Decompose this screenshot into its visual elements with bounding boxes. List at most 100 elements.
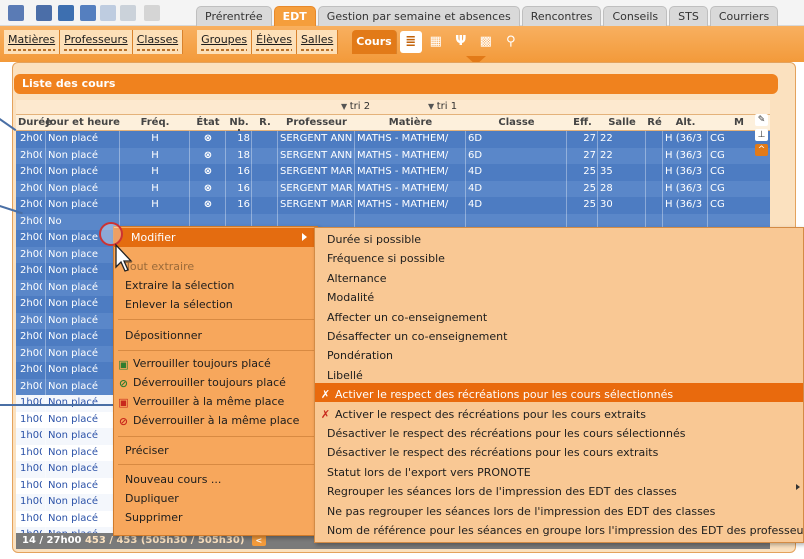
- table-cell: 18: [237, 149, 250, 161]
- menu-modifier[interactable]: Modifier: [131, 231, 175, 244]
- submenu-item-14[interactable]: Ne pas regrouper les séances lors de l'i…: [327, 505, 715, 518]
- column-divider: [566, 197, 567, 214]
- column-divider: [45, 329, 46, 346]
- submenu-item-8[interactable]: Activer le respect des récréations pour …: [335, 388, 673, 401]
- column-divider: [566, 180, 567, 197]
- table-cell: 4D: [468, 182, 483, 194]
- table-row[interactable]: 2h00 Non placé H ⊗ 16 SERGENT MARC MATHS - MAT…: [16, 180, 770, 197]
- submenu-item-9[interactable]: Activer le respect des récréations pour …: [335, 408, 646, 421]
- submenu-item-6[interactable]: Pondération: [327, 349, 393, 362]
- submenu-item-12[interactable]: Statut lors de l'export vers PRONOTE: [327, 466, 531, 479]
- table-cell: 2h00: [20, 133, 42, 144]
- submenu-item-2[interactable]: Alternance: [327, 272, 387, 285]
- column-header[interactable]: Classe: [466, 117, 567, 128]
- save-icon[interactable]: [58, 5, 74, 21]
- print-icon[interactable]: [80, 5, 96, 21]
- top-tab-6[interactable]: Courriers: [709, 6, 779, 26]
- tree-view-icon[interactable]: Ψ: [450, 31, 472, 53]
- chevron-left-icon[interactable]: <: [251, 535, 266, 546]
- menu-deverrouiller-toujours[interactable]: Déverrouiller toujours placé: [133, 376, 286, 389]
- column-divider: [189, 197, 190, 214]
- top-tab-5[interactable]: STS: [669, 6, 708, 26]
- sort-tri1[interactable]: ▼ tri 1: [428, 101, 457, 112]
- submenu-item-7[interactable]: Libellé: [327, 369, 363, 382]
- column-header[interactable]: R.: [252, 117, 278, 128]
- top-tab-1[interactable]: EDT: [273, 6, 316, 26]
- submenu-item-13[interactable]: Regrouper les séances lors de l'impressi…: [327, 485, 677, 498]
- table-row[interactable]: 2h00 Non placé H ⊗ 16 SERGENT MARC MATHS - MAT…: [16, 197, 770, 214]
- users-icon[interactable]: [36, 5, 52, 21]
- table-cell: Non place: [48, 248, 99, 260]
- weekly-view-icon[interactable]: ▩: [475, 31, 497, 53]
- table-row[interactable]: 2h00 Non placé H ⊗ 18 SERGENT ANNIE MATHS - MA…: [16, 147, 770, 164]
- menu-preciser[interactable]: Préciser: [125, 444, 169, 457]
- column-header[interactable]: État: [190, 117, 226, 128]
- wrench-icon[interactable]: ✎: [755, 114, 768, 126]
- sub-tab-6[interactable]: Cours: [352, 30, 397, 54]
- column-divider: [189, 180, 190, 197]
- menu-nouveau-cours[interactable]: Nouveau cours ...: [125, 473, 221, 486]
- sub-tab-4[interactable]: Élèves: [252, 30, 297, 54]
- sub-tab-3[interactable]: Groupes: [197, 30, 253, 54]
- table-cell: 2h00: [20, 248, 42, 260]
- column-divider: [597, 131, 598, 148]
- submenu-item-5[interactable]: Désaffecter un co-enseignement: [327, 330, 507, 343]
- table-cell: 2h00: [20, 232, 42, 243]
- sub-tab-0[interactable]: Matières: [4, 30, 61, 54]
- column-header[interactable]: Ré: [646, 117, 663, 128]
- table-cell: 1h00: [20, 463, 42, 474]
- menu-deverrouiller-meme-place[interactable]: Déverrouiller à la même place: [133, 414, 299, 427]
- lock-green-icon: ▣: [118, 358, 129, 371]
- grid-view-icon[interactable]: ▦: [425, 31, 447, 53]
- tab-marker: [136, 49, 179, 51]
- cross-icon: ✗: [320, 388, 331, 402]
- pin-icon[interactable]: ⊥: [755, 129, 768, 141]
- column-header[interactable]: Durée: [18, 117, 52, 128]
- table-cell: Non placé: [48, 166, 99, 177]
- table-cell: 1h00: [20, 413, 42, 425]
- column-divider: [662, 180, 663, 197]
- sort-tri2[interactable]: ▼ tri 2: [341, 101, 370, 112]
- sub-tab-1[interactable]: Professeurs: [60, 30, 133, 54]
- scroll-up-icon[interactable]: ^: [755, 144, 768, 156]
- menu-dupliquer[interactable]: Dupliquer: [125, 492, 179, 505]
- column-header[interactable]: Fréq.: [120, 117, 190, 128]
- submenu-item-11[interactable]: Désactiver le respect des récréations po…: [327, 446, 658, 459]
- table-header: DuréeJour et heureFréq.ÉtatNb. IR.Profes…: [16, 114, 770, 139]
- column-header[interactable]: Alt.: [663, 117, 708, 128]
- column-header[interactable]: Jour et heure: [46, 117, 120, 128]
- menu-verrouiller-meme-place[interactable]: Verrouiller à la même place: [133, 395, 284, 408]
- menu-verrouiller-toujours[interactable]: Verrouiller toujours placé: [133, 357, 271, 370]
- column-divider: [45, 147, 46, 164]
- top-tab-3[interactable]: Rencontres: [521, 6, 602, 26]
- search-icon[interactable]: ⚲: [500, 31, 522, 53]
- top-tab-0[interactable]: Prérentrée: [196, 6, 272, 26]
- column-divider: [465, 131, 466, 148]
- column-header[interactable]: Salle: [598, 117, 646, 128]
- column-divider: [189, 164, 190, 181]
- column-divider: [277, 147, 278, 164]
- menu-extraire-selection[interactable]: Extraire la sélection: [125, 279, 234, 292]
- submenu-item-4[interactable]: Affecter un co-enseignement: [327, 311, 487, 324]
- table-cell: 1h00: [20, 446, 42, 458]
- column-header[interactable]: Professeur: [278, 117, 355, 128]
- sub-tab-5[interactable]: Salles: [296, 30, 339, 54]
- submenu-item-10[interactable]: Désactiver le respect des récréations po…: [327, 427, 685, 440]
- table-row[interactable]: 2h00 Non placé H ⊗ 18 SERGENT ANNIE MATHS - MA…: [16, 131, 770, 148]
- submenu-item-15[interactable]: Nom de référence pour les séances en gro…: [327, 524, 804, 537]
- edit-icon[interactable]: [8, 5, 24, 21]
- sub-tab-2[interactable]: Classes: [132, 30, 184, 54]
- list-view-icon[interactable]: ≣: [399, 31, 422, 53]
- menu-supprimer[interactable]: Supprimer: [125, 511, 183, 524]
- table-row[interactable]: 2h00 Non placé H ⊗ 16 SERGENT MARC MATHS - MAT…: [16, 164, 770, 181]
- submenu-item-0[interactable]: Durée si possible: [327, 233, 421, 246]
- menu-depositionner[interactable]: Dépositionner: [125, 329, 202, 342]
- top-tab-4[interactable]: Conseils: [603, 6, 668, 26]
- menu-enlever-selection[interactable]: Enlever la sélection: [125, 298, 233, 311]
- top-tab-2[interactable]: Gestion par semaine et absences: [317, 6, 520, 26]
- column-header[interactable]: Matière: [355, 117, 466, 128]
- column-header[interactable]: Eff.: [567, 117, 598, 128]
- column-divider: [645, 131, 646, 148]
- submenu-item-3[interactable]: Modalité: [327, 291, 374, 304]
- submenu-item-1[interactable]: Fréquence si possible: [327, 252, 445, 265]
